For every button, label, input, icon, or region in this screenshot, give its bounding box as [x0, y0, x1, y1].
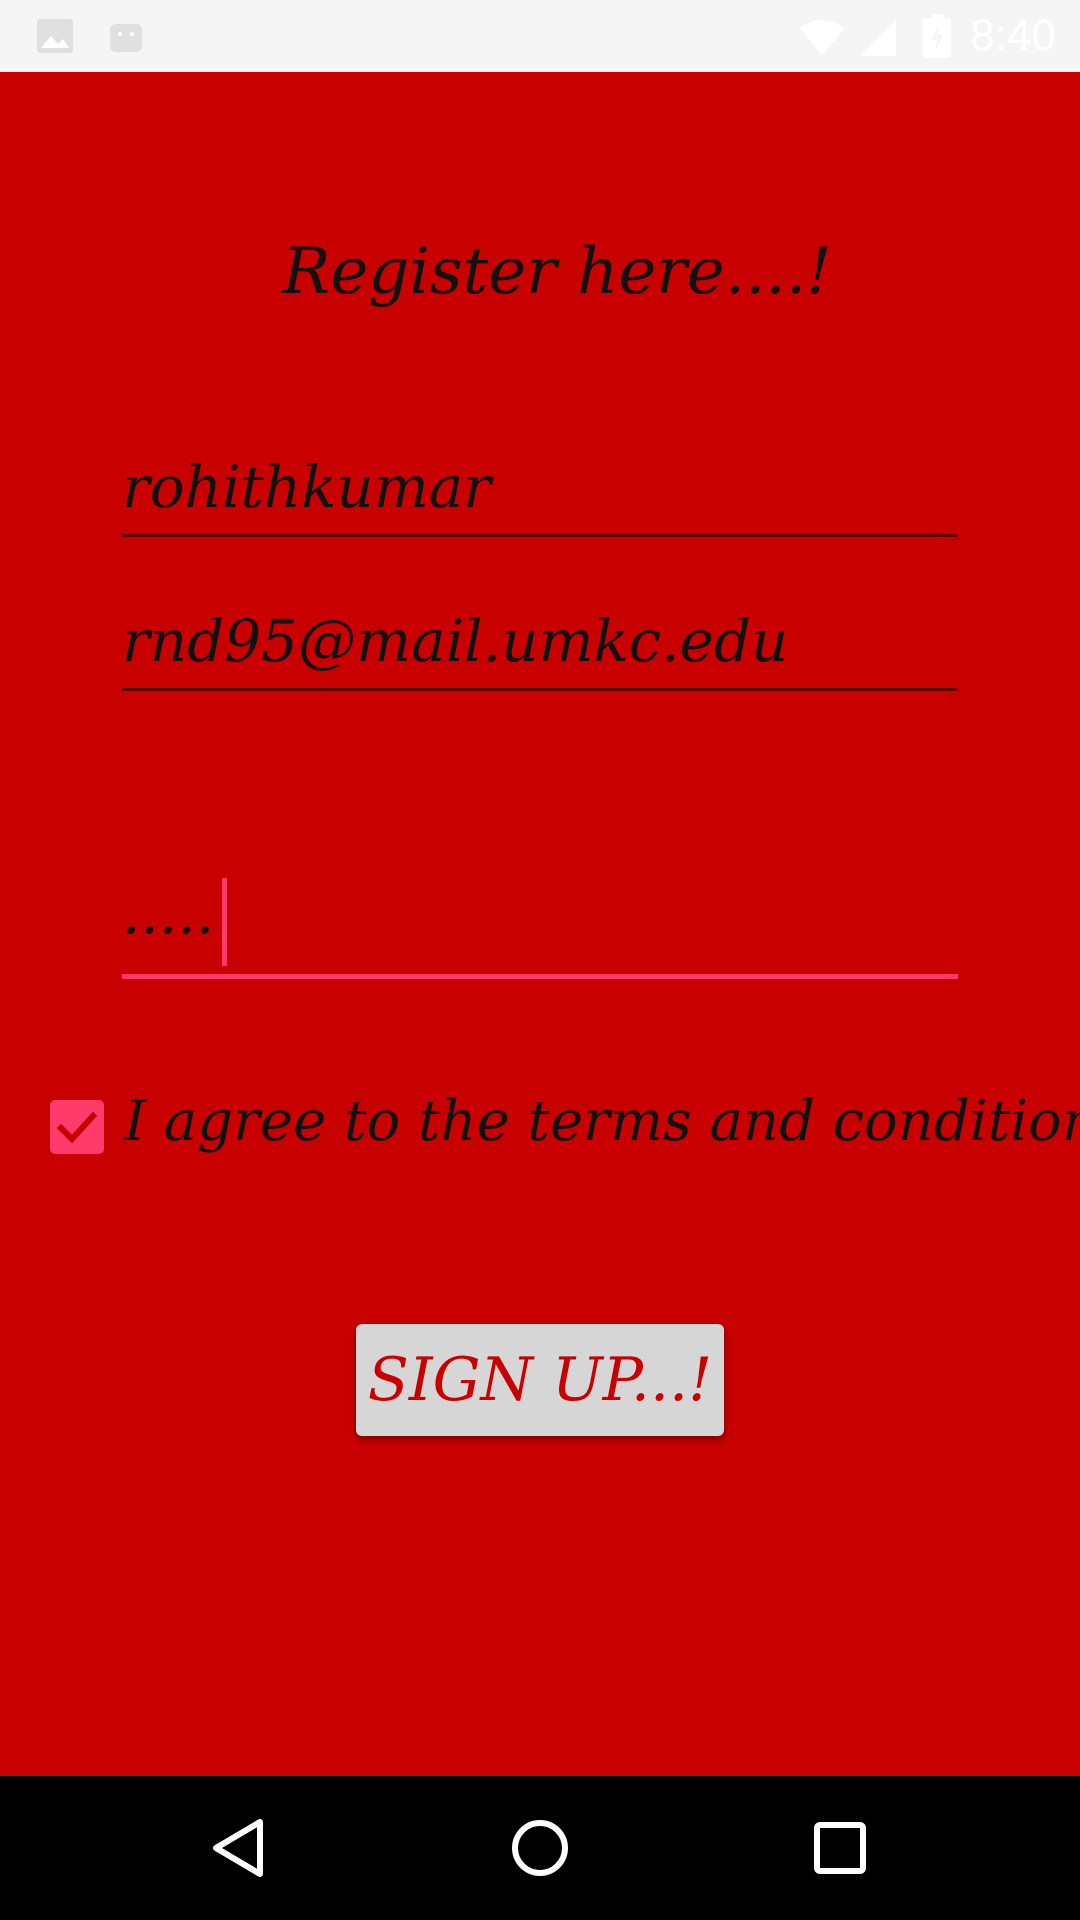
username-field[interactable]: rohithkumar — [122, 434, 958, 538]
terms-checkbox[interactable] — [50, 1100, 104, 1154]
status-time: 8:40 — [970, 11, 1056, 60]
android-icon — [108, 18, 144, 58]
wifi-icon — [798, 18, 846, 62]
image-icon — [36, 18, 74, 58]
home-icon[interactable] — [504, 1812, 576, 1884]
terms-label[interactable]: I agree to the terms and conditions — [124, 1082, 1080, 1162]
page-title: Register here....! — [282, 235, 832, 309]
back-icon[interactable] — [204, 1812, 276, 1884]
navigation-bar — [0, 1776, 1080, 1920]
email-field[interactable]: rnd95@mail.umkc.edu — [122, 586, 958, 692]
text-cursor — [222, 878, 227, 966]
recents-icon[interactable] — [804, 1812, 876, 1884]
email-value: rnd95@mail.umkc.edu — [122, 607, 789, 675]
checkmark-icon — [50, 1111, 104, 1158]
status-bar: 8:40 — [0, 0, 1080, 72]
username-value: rohithkumar — [122, 453, 492, 521]
password-field[interactable]: ..... — [122, 872, 958, 982]
register-screen: Register here....! rohithkumar rnd95@mai… — [0, 72, 1080, 1776]
password-value: ..... — [122, 879, 215, 947]
email-underline — [122, 688, 958, 691]
signup-button[interactable]: SIGN UP...! — [356, 1324, 724, 1436]
password-underline — [122, 974, 958, 979]
battery-icon — [922, 14, 952, 62]
username-underline — [122, 534, 958, 537]
signal-icon — [858, 18, 898, 62]
